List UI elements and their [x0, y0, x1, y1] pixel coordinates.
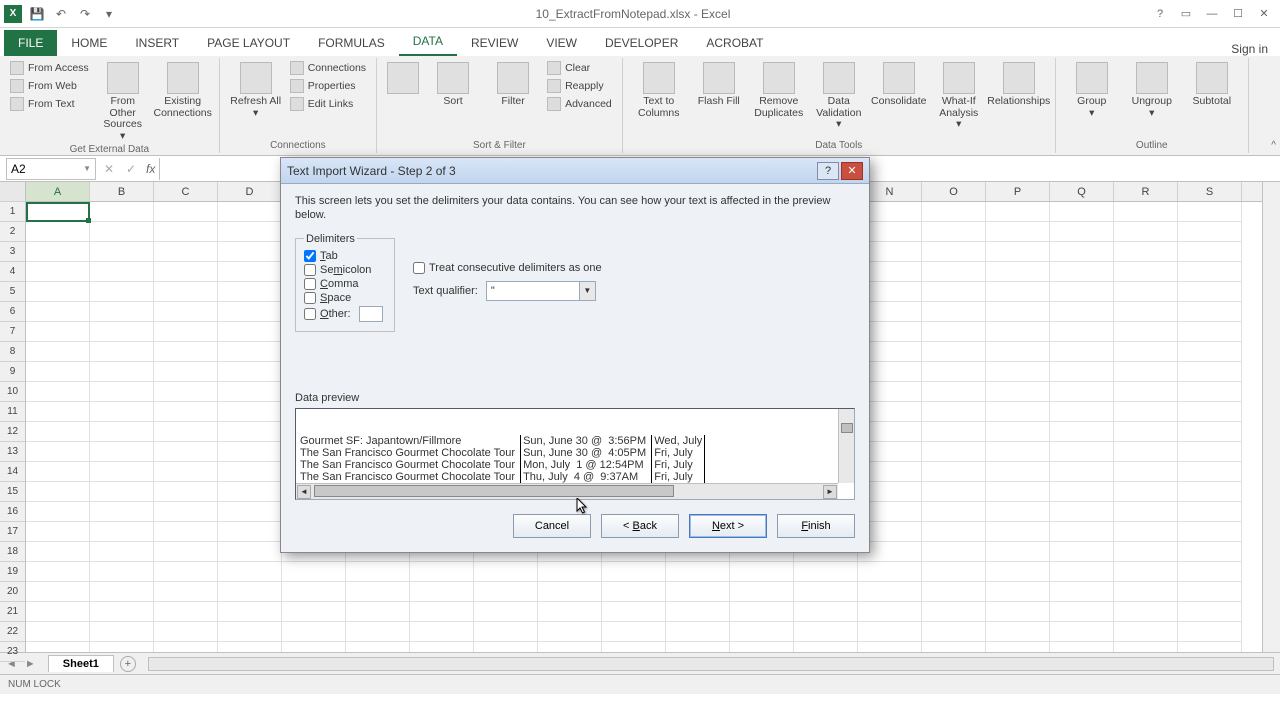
- scroll-left-icon[interactable]: ◄: [297, 485, 311, 499]
- finish-button[interactable]: Finish: [777, 514, 855, 538]
- delimiters-fieldset: Delimiters Tab Semicolon Comma Space Oth…: [295, 233, 395, 332]
- data-preview-label: Data preview: [295, 392, 855, 404]
- text-qualifier-select[interactable]: " ▼: [486, 281, 596, 301]
- preview-row: The San Francisco Gourmet Chocolate Tour…: [298, 471, 705, 483]
- dialog-description: This screen lets you set the delimiters …: [295, 194, 855, 223]
- preview-vertical-scrollbar[interactable]: [838, 409, 854, 483]
- chevron-down-icon: ▼: [579, 282, 595, 300]
- text-import-wizard-dialog: Text Import Wizard - Step 2 of 3 ? ✕ Thi…: [280, 157, 870, 553]
- delimiter-space-checkbox[interactable]: Space: [304, 291, 386, 305]
- delimiter-comma-checkbox[interactable]: Comma: [304, 277, 386, 291]
- preview-row: The San Francisco Gourmet Chocolate Tour…: [298, 459, 705, 471]
- delimiters-label: Delimiters: [304, 233, 357, 245]
- cancel-button[interactable]: Cancel: [513, 514, 591, 538]
- dialog-title: Text Import Wizard - Step 2 of 3: [287, 164, 815, 178]
- dialog-help-button[interactable]: ?: [817, 162, 839, 180]
- delimiter-other-input[interactable]: [359, 306, 383, 322]
- delimiter-semicolon-checkbox[interactable]: Semicolon: [304, 263, 386, 277]
- back-button[interactable]: < Back: [601, 514, 679, 538]
- data-preview: Gourmet SF: Japantown/Fillmore Sun, June…: [295, 408, 855, 500]
- treat-consecutive-checkbox[interactable]: Treat consecutive delimiters as one: [413, 261, 602, 275]
- scroll-thumb[interactable]: [314, 485, 674, 497]
- next-button[interactable]: Next >: [689, 514, 767, 538]
- text-qualifier-label: Text qualifier:: [413, 285, 478, 297]
- delimiter-other-checkbox[interactable]: Other:: [304, 305, 386, 323]
- preview-horizontal-scrollbar[interactable]: ◄ ►: [296, 483, 838, 499]
- preview-row: The San Francisco Gourmet Chocolate Tour…: [298, 447, 705, 459]
- preview-row: Gourmet SF: Japantown/Fillmore Sun, June…: [298, 435, 705, 447]
- dialog-titlebar[interactable]: Text Import Wizard - Step 2 of 3 ? ✕: [281, 158, 869, 184]
- dialog-overlay: Text Import Wizard - Step 2 of 3 ? ✕ Thi…: [0, 0, 1280, 720]
- scroll-right-icon[interactable]: ►: [823, 485, 837, 499]
- delimiter-tab-checkbox[interactable]: Tab: [304, 249, 386, 263]
- dialog-close-button[interactable]: ✕: [841, 162, 863, 180]
